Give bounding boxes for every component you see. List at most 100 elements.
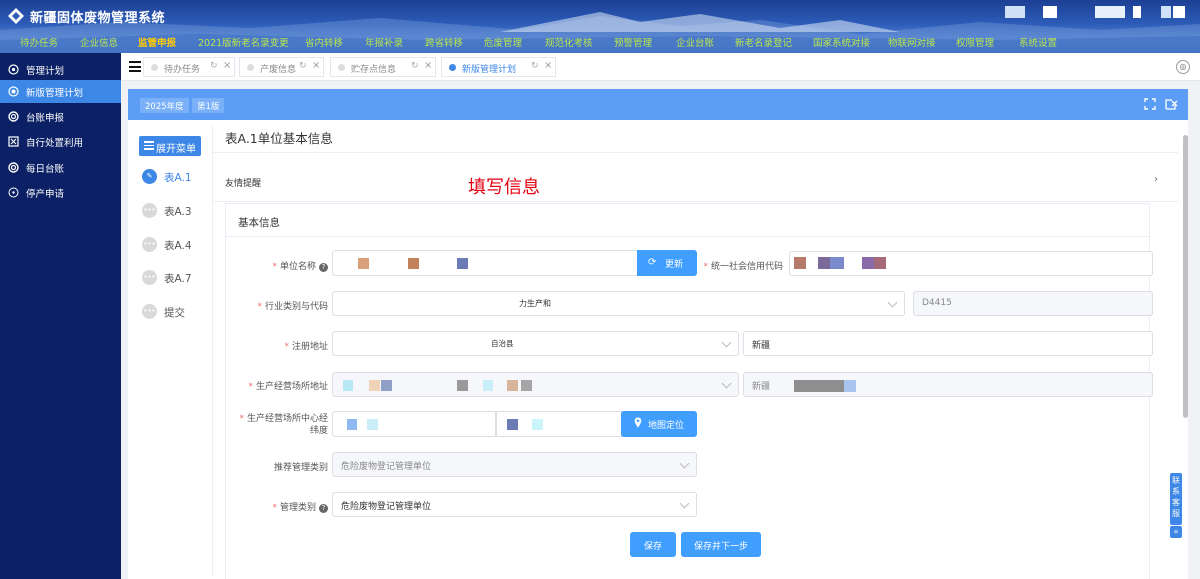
- chevron-down-icon: [679, 498, 690, 509]
- user-info-redacted[interactable]: [1005, 6, 1195, 20]
- ellipsis-icon: •••: [142, 270, 157, 285]
- op-address-label: * 生产经营场所地址: [248, 382, 328, 392]
- nav-item[interactable]: 年报补录: [365, 35, 403, 49]
- sidebar-item[interactable]: 停产申请: [0, 181, 121, 204]
- main-content: 展开菜单 ✎ 表A.1 ••• 表A.3 ••• 表A.4 ••• 表A.7 ••• 提交 表A.…: [128, 120, 1188, 579]
- reminder-label[interactable]: 友情提醒: [225, 176, 261, 189]
- nav-item[interactable]: 权限管理: [956, 35, 994, 49]
- sidebar-item[interactable]: 自行处置利用: [0, 130, 121, 153]
- sidebar-item[interactable]: 每日台账: [0, 156, 121, 179]
- year-tag: 2025年度: [140, 98, 189, 113]
- close-icon[interactable]: ×: [544, 60, 552, 71]
- edit-icon[interactable]: [1164, 97, 1178, 111]
- close-icon[interactable]: ×: [312, 60, 320, 71]
- chevron-down-icon: [679, 458, 690, 469]
- tab-label: 贮存点信息: [351, 65, 397, 75]
- tab-label: 产废信息: [260, 65, 297, 75]
- save-button[interactable]: 保存: [630, 532, 676, 557]
- nav-item[interactable]: 监管申报: [138, 35, 176, 49]
- step-label: 表A.4: [164, 240, 192, 252]
- tab-dot: [151, 64, 158, 71]
- management-type-select[interactable]: 危险废物登记管理单位: [332, 492, 697, 517]
- expand-menu-button[interactable]: 展开菜单: [139, 136, 201, 156]
- sidebar: 管理计划新版管理计划 台账申报自行处置利用每日台账停产申请: [0, 53, 121, 579]
- scrollbar[interactable]: [1183, 135, 1188, 418]
- tabs-more-icon[interactable]: ◎: [1176, 60, 1190, 74]
- edit-icon: ✎: [142, 169, 157, 184]
- tab[interactable]: 贮存点信息 ↻ ×: [330, 57, 436, 77]
- reg-address-detail-input[interactable]: 新疆: [743, 331, 1153, 356]
- save-next-button[interactable]: 保存并下一步: [681, 532, 761, 557]
- menu-toggle-icon[interactable]: [129, 61, 141, 72]
- industry-label: * 行业类别与代码: [257, 302, 328, 312]
- sidebar-item[interactable]: 台账申报: [0, 105, 121, 128]
- app-title: 新疆固体废物管理系统: [30, 11, 166, 26]
- industry-code-input: D4415: [913, 291, 1153, 316]
- fullscreen-icon[interactable]: [1144, 98, 1156, 110]
- sidebar-item[interactable]: 管理计划: [0, 58, 121, 81]
- nav-item[interactable]: 企业信息: [80, 35, 118, 49]
- nav-item[interactable]: 省内转移: [305, 35, 343, 49]
- dot-circle-icon: [8, 187, 19, 198]
- tab[interactable]: 待办任务 ↻ ×: [143, 57, 235, 77]
- ellipsis-icon: •••: [142, 203, 157, 218]
- latitude-input[interactable]: [496, 411, 622, 437]
- map-locate-button[interactable]: 地图定位: [621, 411, 697, 437]
- step-label: 提交: [164, 307, 185, 319]
- divider: [226, 236, 1149, 237]
- nav-item[interactable]: 系统设置: [1019, 35, 1057, 49]
- help-icon: ?: [319, 504, 328, 513]
- recommended-type-select: 危险废物登记管理单位: [332, 452, 697, 477]
- industry-select[interactable]: 力生产和: [332, 291, 905, 316]
- refresh-icon[interactable]: ↻: [299, 61, 307, 71]
- close-icon[interactable]: ×: [424, 60, 432, 71]
- help-icon: ?: [319, 263, 328, 272]
- update-button[interactable]: ⟳ 更新: [637, 250, 697, 276]
- top-nav: 待办任务 企业信息 监管申报 2021版新老名录变更 省内转移 年报补录 跨省转移 危废管理 规…: [0, 32, 1200, 52]
- tab[interactable]: 新版管理计划 ↻ ×: [441, 57, 556, 77]
- contact-service-button[interactable]: 联系客服: [1170, 473, 1182, 525]
- nav-item[interactable]: 规范化考核: [545, 35, 593, 49]
- nav-item[interactable]: 危废管理: [484, 35, 522, 49]
- refresh-icon[interactable]: ↻: [210, 61, 218, 71]
- unit-name-label: * 单位名称?: [248, 259, 328, 272]
- list-icon: [144, 141, 154, 150]
- nav-item[interactable]: 待办任务: [20, 35, 58, 49]
- close-icon[interactable]: ×: [223, 60, 231, 71]
- step-label: 表A.7: [164, 273, 192, 285]
- gear-icon: [8, 64, 19, 75]
- refresh-icon: ⟳: [648, 257, 657, 268]
- nav-item[interactable]: 物联网对接: [888, 35, 936, 49]
- nav-item[interactable]: 2021版新老名录变更: [198, 35, 289, 49]
- refresh-icon[interactable]: ↻: [531, 61, 539, 71]
- version-tag: 第1版: [192, 98, 225, 113]
- nav-item[interactable]: 企业台账: [676, 35, 714, 49]
- refresh-icon[interactable]: ↻: [411, 61, 419, 71]
- management-type-label: * 管理类别?: [232, 500, 328, 513]
- op-address-select: [332, 372, 739, 397]
- tab[interactable]: 产废信息 ↻ ×: [239, 57, 324, 77]
- nav-item[interactable]: 跨省转移: [425, 35, 463, 49]
- divider: [213, 152, 1178, 153]
- sidebar-item-label: 停产申请: [26, 189, 65, 200]
- credit-code-input[interactable]: [789, 251, 1153, 276]
- longitude-input[interactable]: [332, 411, 496, 437]
- location-pin-icon: [634, 417, 642, 428]
- chevron-down-icon: [721, 337, 732, 348]
- sidebar-item-label: 新版管理计划: [26, 88, 84, 99]
- sidebar-item[interactable]: 新版管理计划: [0, 80, 121, 103]
- tab-label: 新版管理计划: [462, 65, 517, 75]
- sidebar-item-label: 每日台账: [26, 164, 65, 175]
- ellipsis-icon: •••: [142, 304, 157, 319]
- reg-address-select[interactable]: 自治县: [332, 331, 739, 356]
- unit-name-input[interactable]: [332, 250, 638, 276]
- target-icon: [8, 111, 19, 122]
- nav-item[interactable]: 预警管理: [614, 35, 652, 49]
- chevron-down-icon: [887, 297, 898, 308]
- nav-item[interactable]: 新老名录登记: [735, 35, 792, 49]
- sidebar-item-label: 台账申报: [26, 113, 65, 124]
- op-address-detail-input: 新疆: [743, 372, 1153, 397]
- chevron-right-icon[interactable]: ›: [1154, 174, 1158, 185]
- nav-item[interactable]: 国家系统对接: [813, 35, 870, 49]
- collapse-icon[interactable]: «: [1170, 526, 1182, 538]
